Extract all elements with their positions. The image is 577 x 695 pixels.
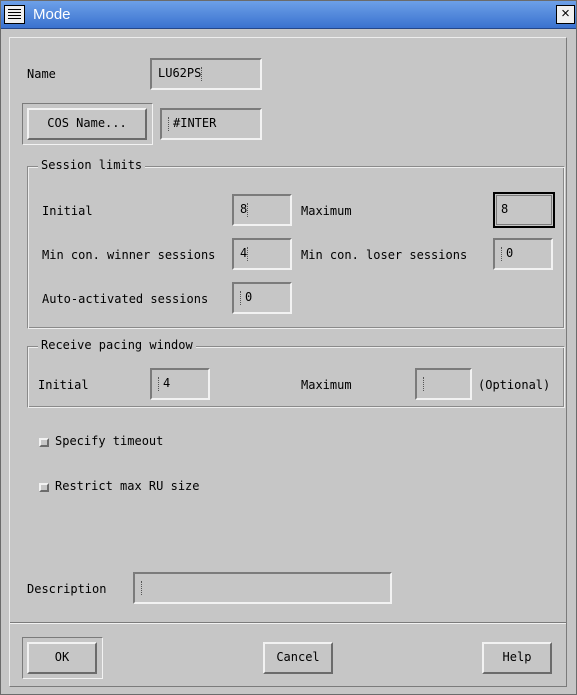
session-limits-title: Session limits [38,158,146,172]
pacing-window-group [27,346,565,408]
pacing-maximum-label: Maximum [301,378,352,392]
window-menu-icon[interactable] [4,5,25,24]
name-field[interactable]: LU62PS [150,58,262,90]
maximum-sessions-value: 8 [501,202,509,216]
window-title: Mode [33,6,71,23]
mode-dialog: Mode × Name LU62PS COS Name... #INTER Se… [0,0,577,695]
pacing-initial-field[interactable]: 4 [150,368,210,400]
min-loser-label: Min con. loser sessions [301,248,468,262]
pacing-window-title: Receive pacing window [38,338,196,352]
close-icon[interactable]: × [556,5,575,24]
pacing-maximum-field[interactable] [415,368,472,400]
min-loser-field[interactable]: 0 [493,238,553,270]
text-cursor-icon [247,202,251,217]
specify-timeout-label[interactable]: Specify timeout [55,434,163,448]
cos-name-value: #INTER [173,116,217,130]
text-cursor-icon [247,246,251,261]
initial-sessions-field[interactable]: 8 [232,194,292,226]
text-cursor-icon [141,580,145,595]
dialog-body: Name LU62PS COS Name... #INTER Session l… [9,37,567,687]
initial-sessions-value: 8 [240,202,248,216]
min-winner-value: 4 [240,246,248,260]
help-button[interactable]: Help [482,642,552,674]
text-cursor-icon [201,66,205,81]
auto-activated-value: 0 [245,290,253,304]
text-cursor-icon [240,290,244,305]
text-cursor-icon [168,116,172,131]
button-divider [10,622,566,624]
min-loser-value: 0 [506,246,514,260]
pacing-initial-value: 4 [163,376,171,390]
auto-activated-field[interactable]: 0 [232,282,292,314]
restrict-ru-label[interactable]: Restrict max RU size [55,479,200,493]
specify-timeout-checkbox[interactable] [39,438,49,447]
restrict-ru-checkbox[interactable] [39,483,49,492]
min-winner-field[interactable]: 4 [232,238,292,270]
text-cursor-icon [158,376,162,391]
name-label: Name [27,67,56,81]
auto-activated-label: Auto-activated sessions [42,292,209,306]
text-cursor-icon [423,376,427,391]
pacing-initial-label: Initial [38,378,89,392]
title-bar[interactable]: Mode × [1,1,576,29]
maximum-label: Maximum [301,204,352,218]
cancel-button[interactable]: Cancel [263,642,333,674]
initial-label: Initial [42,204,93,218]
description-field[interactable] [133,572,392,604]
cos-name-field[interactable]: #INTER [160,108,262,140]
maximum-sessions-field[interactable]: 8 [493,192,555,228]
ok-button[interactable]: OK [27,642,97,674]
cos-name-button[interactable]: COS Name... [27,108,147,140]
description-label: Description [27,582,107,596]
min-winner-label: Min con. winner sessions [42,248,216,262]
text-cursor-icon [501,246,505,261]
name-value: LU62PS [158,66,202,80]
optional-label: (Optional) [478,378,551,392]
